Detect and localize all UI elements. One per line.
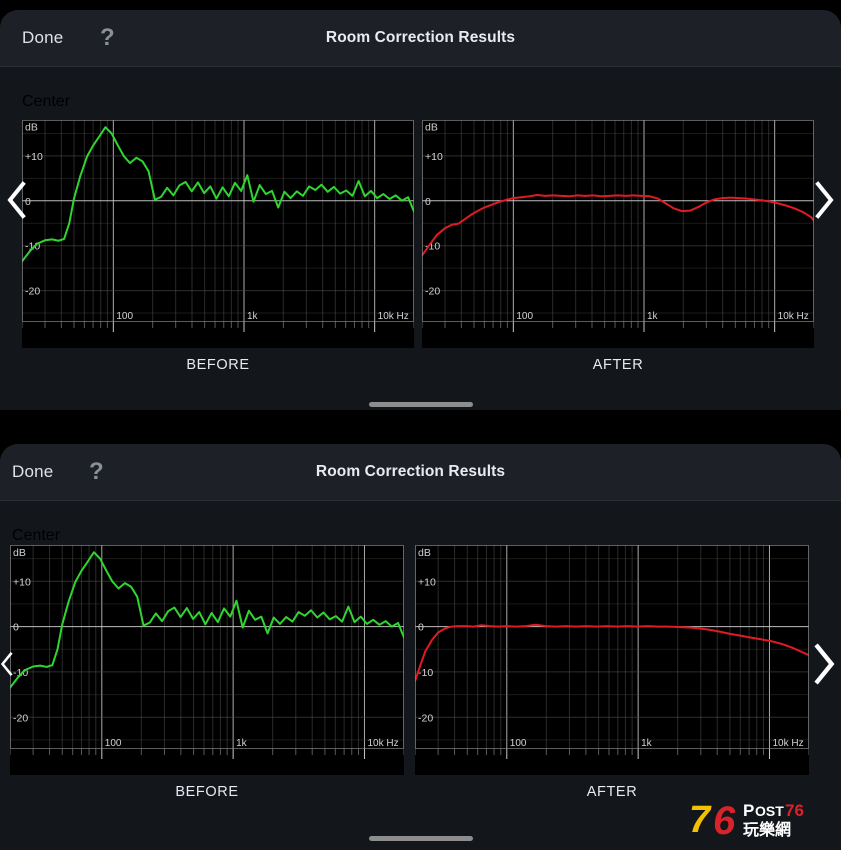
screenshot-root: Done ? Room Correction Results Center dB… <box>0 0 841 850</box>
page-title-2: Room Correction Results <box>315 463 506 480</box>
chart-block-before-top: dB +10 0 -10 -20 100 1k 10k Hz BEFORE <box>22 120 414 373</box>
svg-text:1k: 1k <box>647 311 659 322</box>
panel-bottom: Done ? Room Correction Results Center dB… <box>0 444 841 850</box>
svg-text:-20: -20 <box>25 286 40 298</box>
page-title: Room Correction Results <box>325 29 516 46</box>
svg-text:6: 6 <box>713 799 736 840</box>
channel-label-top: Center <box>22 93 71 110</box>
chevron-left-icon <box>7 181 26 219</box>
svg-text:dB: dB <box>13 547 26 559</box>
svg-text:-10: -10 <box>418 667 433 679</box>
svg-text:-20: -20 <box>13 712 28 724</box>
chart-block-after-bottom: dB +10 0 -10 -20 100 1k 10k Hz AFTER <box>415 545 809 800</box>
svg-text:dB: dB <box>425 122 438 134</box>
svg-text:1k: 1k <box>236 738 248 749</box>
plot-before-bottom: dB +10 0 -10 -20 100 1k 10k Hz <box>10 545 404 775</box>
next-channel-button-2[interactable] <box>807 624 841 704</box>
svg-text:0: 0 <box>418 622 424 634</box>
svg-text:-20: -20 <box>418 712 433 724</box>
caption-after-top: AFTER <box>592 357 644 373</box>
chart-gap-bottom <box>404 545 415 800</box>
plot-after-top: dB +10 0 -10 -20 100 1k 10k Hz <box>422 120 814 348</box>
svg-text:dB: dB <box>25 122 38 134</box>
svg-text:P: P <box>743 801 754 820</box>
svg-text:玩樂網: 玩樂網 <box>743 820 791 839</box>
chevron-right-icon <box>815 181 834 219</box>
watermark-post76: 7 6 P OST 76 玩樂網 <box>687 794 835 843</box>
svg-text:100: 100 <box>105 738 122 749</box>
caption-before-bottom: BEFORE <box>175 784 239 800</box>
svg-text:+10: +10 <box>13 576 31 588</box>
plot-before-top: dB +10 0 -10 -20 100 1k 10k Hz <box>22 120 414 348</box>
svg-text:1k: 1k <box>247 311 259 322</box>
plot-after-bottom: dB +10 0 -10 -20 100 1k 10k Hz <box>415 545 809 775</box>
chart-gap-top <box>414 120 422 373</box>
svg-text:OST: OST <box>755 803 784 819</box>
svg-text:+10: +10 <box>425 151 443 163</box>
chart-block-before-bottom: dB +10 0 -10 -20 100 1k 10k Hz BEFORE <box>10 545 404 800</box>
svg-text:dB: dB <box>418 547 431 559</box>
svg-text:100: 100 <box>116 311 133 322</box>
svg-text:0: 0 <box>425 196 431 208</box>
svg-text:7: 7 <box>689 799 712 840</box>
navbar-bottom: Done ? Room Correction Results <box>0 444 841 501</box>
svg-text:10k Hz: 10k Hz <box>367 738 398 749</box>
svg-text:100: 100 <box>516 311 533 322</box>
panel-top: Done ? Room Correction Results Center dB… <box>0 10 841 410</box>
prev-channel-button[interactable] <box>0 160 34 240</box>
prev-channel-button-2[interactable] <box>0 624 14 704</box>
svg-text:10k Hz: 10k Hz <box>378 311 409 322</box>
charts-row-bottom: dB +10 0 -10 -20 100 1k 10k Hz BEFORE dB +10 0 -10… <box>10 545 809 800</box>
next-channel-button[interactable] <box>807 160 841 240</box>
charts-row-top: dB +10 0 -10 -20 100 1k 10k Hz BEFORE dB +10 0 -10… <box>22 120 814 373</box>
home-indicator-bottom[interactable] <box>368 836 473 841</box>
svg-text:+10: +10 <box>418 576 436 588</box>
svg-text:1k: 1k <box>641 738 653 749</box>
navbar-top: Done ? Room Correction Results <box>0 10 841 67</box>
svg-text:100: 100 <box>510 738 527 749</box>
caption-before-top: BEFORE <box>186 357 250 373</box>
chevron-left-icon-2 <box>0 652 13 676</box>
channel-label-bottom: Center <box>12 527 61 544</box>
svg-text:10k Hz: 10k Hz <box>778 311 809 322</box>
svg-text:10k Hz: 10k Hz <box>772 738 803 749</box>
chevron-right-icon-2 <box>814 643 835 685</box>
svg-text:-20: -20 <box>425 286 440 298</box>
svg-text:76: 76 <box>785 801 804 820</box>
chart-block-after-top: dB +10 0 -10 -20 100 1k 10k Hz AFTER <box>422 120 814 373</box>
home-indicator-top[interactable] <box>368 402 473 407</box>
